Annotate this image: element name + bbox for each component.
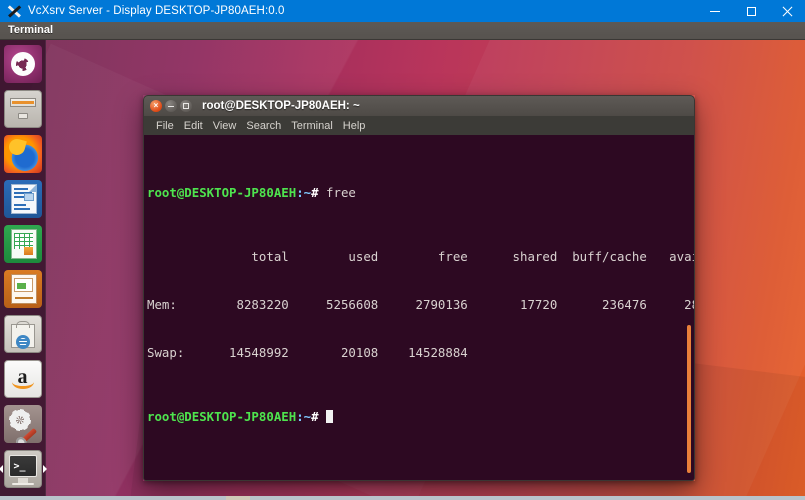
- terminal-titlebar[interactable]: × root@DESKTOP-JP80AEH: ~: [143, 95, 695, 116]
- menu-view[interactable]: View: [208, 117, 242, 135]
- prompt-symbol: #: [311, 185, 319, 200]
- terminal-line-prompt: root@DESKTOP-JP80AEH:~#: [147, 409, 684, 425]
- libreoffice-impress-icon: [3, 270, 42, 308]
- prompt-path-2: :~: [296, 409, 312, 424]
- menu-help[interactable]: Help: [338, 117, 371, 135]
- file-manager-icon: [3, 90, 42, 128]
- system-settings-icon: [3, 405, 42, 443]
- launcher-item-libreoffice-calc[interactable]: [3, 225, 42, 263]
- wm-menubar: Terminal: [0, 22, 805, 40]
- terminal-command: free: [318, 185, 356, 200]
- unity-launcher: a >_: [0, 40, 47, 500]
- terminal-output-mem: Mem: 8283220 5256608 2790136 17720 23647…: [147, 297, 695, 312]
- window-controls: [697, 0, 805, 22]
- menu-search[interactable]: Search: [241, 117, 286, 135]
- terminal-minimize-button[interactable]: [165, 100, 177, 112]
- menu-terminal[interactable]: Terminal: [286, 117, 338, 135]
- terminal-maximize-button[interactable]: [180, 100, 192, 112]
- terminal-body[interactable]: root@DESKTOP-JP80AEH:~# free total used …: [143, 135, 695, 481]
- menu-edit[interactable]: Edit: [179, 117, 208, 135]
- launcher-item-files[interactable]: [3, 90, 42, 128]
- close-icon: [782, 6, 793, 17]
- terminal-output-header: total used free shared buff/cache availa…: [147, 249, 695, 264]
- close-button[interactable]: [769, 0, 805, 22]
- terminal-output-swap: Swap: 14548992 20108 14528884: [147, 345, 468, 360]
- display-bottom-edge: [0, 496, 805, 500]
- terminal-menubar: File Edit View Search Terminal Help: [143, 116, 695, 135]
- launcher-item-firefox[interactable]: [3, 135, 42, 173]
- windows-titlebar[interactable]: VcXsrv Server - Display DESKTOP-JP80AEH:…: [0, 0, 805, 22]
- terminal-scrollbar[interactable]: [686, 135, 692, 480]
- menu-file[interactable]: File: [151, 117, 179, 135]
- terminal-icon: >_: [3, 450, 42, 488]
- launcher-item-system-settings[interactable]: [3, 405, 42, 443]
- launcher-item-libreoffice-writer[interactable]: [3, 180, 42, 218]
- terminal-close-button[interactable]: ×: [150, 100, 162, 112]
- launcher-item-amazon[interactable]: a: [3, 360, 42, 398]
- firefox-icon: [3, 135, 42, 173]
- amazon-icon: a: [3, 360, 42, 398]
- prompt-user-host-2: root@DESKTOP-JP80AEH: [147, 409, 297, 424]
- ubuntu-desktop: a >_ × root@DESKTOP-JP80AEH: ~ File Edit…: [0, 40, 805, 500]
- maximize-button[interactable]: [733, 0, 769, 22]
- libreoffice-writer-icon: [3, 180, 42, 218]
- vcxsrv-server-window: VcXsrv Server - Display DESKTOP-JP80AEH:…: [0, 0, 805, 500]
- ubuntu-logo-icon: [3, 45, 42, 83]
- maximize-icon: [746, 6, 756, 16]
- vcxsrv-x-icon: [6, 3, 22, 19]
- gnome-terminal-window[interactable]: × root@DESKTOP-JP80AEH: ~ File Edit View…: [143, 95, 695, 481]
- libreoffice-calc-icon: [3, 225, 42, 263]
- prompt-path: :~: [296, 185, 312, 200]
- wm-menubar-item-terminal[interactable]: Terminal: [0, 22, 61, 39]
- minimize-icon: [710, 10, 720, 12]
- prompt-symbol-2: #: [311, 409, 319, 424]
- minimize-button[interactable]: [697, 0, 733, 22]
- launcher-item-terminal[interactable]: >_: [0, 450, 47, 488]
- ubuntu-software-icon: [3, 315, 42, 353]
- terminal-screen[interactable]: root@DESKTOP-JP80AEH:~# free total used …: [144, 137, 695, 480]
- launcher-item-libreoffice-impress[interactable]: [3, 270, 42, 308]
- terminal-scrollbar-thumb[interactable]: [687, 325, 691, 473]
- window-title: VcXsrv Server - Display DESKTOP-JP80AEH:…: [28, 5, 285, 17]
- launcher-item-ubuntu-dash[interactable]: [3, 45, 42, 83]
- terminal-line-command: root@DESKTOP-JP80AEH:~# free: [147, 185, 684, 201]
- display-bottom-nub: [226, 496, 250, 500]
- terminal-title: root@DESKTOP-JP80AEH: ~: [202, 100, 360, 112]
- launcher-item-ubuntu-software[interactable]: [3, 315, 42, 353]
- terminal-cursor: [326, 410, 334, 423]
- prompt-user-host: root@DESKTOP-JP80AEH: [147, 185, 297, 200]
